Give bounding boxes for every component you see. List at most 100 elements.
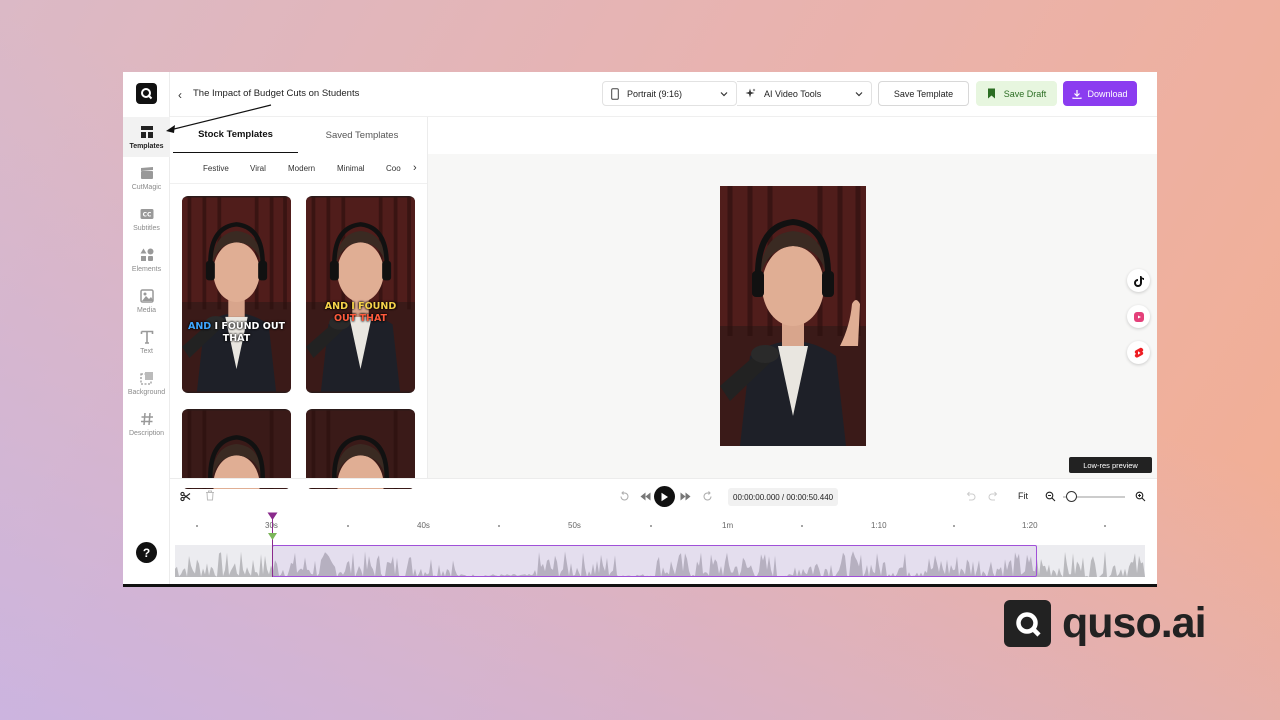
download-label: Download — [1087, 88, 1128, 99]
chip-festive[interactable]: Festive — [203, 164, 229, 173]
template-tabs: Stock Templates Saved Templates — [170, 117, 428, 154]
play-icon — [661, 492, 668, 501]
sidebar-item-subtitles[interactable]: CC Subtitles — [123, 199, 170, 239]
download-button[interactable]: Download — [1063, 81, 1137, 106]
speaker-image — [306, 197, 415, 392]
skip-back-icon[interactable] — [640, 492, 651, 501]
ruler-label: 1:20 — [1022, 521, 1038, 530]
sidebar-item-label: Media — [136, 307, 157, 314]
speaker-image — [182, 410, 291, 489]
brand-logo-mark — [1004, 600, 1051, 647]
chip-minimal[interactable]: Minimal — [337, 164, 365, 173]
sidebar-item-text[interactable]: Text — [123, 322, 170, 362]
template-caption: AND I FOUND OUT THAT — [187, 321, 286, 344]
zoom-out-icon[interactable] — [1045, 491, 1056, 502]
chevron-right-icon[interactable]: › — [413, 162, 417, 174]
chip-cool[interactable]: Coo — [386, 164, 401, 173]
ruler-tick — [196, 525, 198, 527]
ruler-tick — [650, 525, 652, 527]
sidebar-item-elements[interactable]: Elements — [123, 240, 170, 280]
app-logo[interactable] — [136, 83, 157, 104]
sidebar-item-label: Elements — [131, 266, 162, 273]
chip-viral[interactable]: Viral — [250, 164, 266, 173]
save-template-button[interactable]: Save Template — [878, 81, 969, 106]
top-bar: ‹ The Impact of Budget Cuts on Students … — [170, 72, 1157, 117]
help-button[interactable]: ? — [136, 542, 157, 563]
sidebar-item-label: CutMagic — [131, 184, 162, 191]
fit-button[interactable]: Fit — [1018, 491, 1028, 501]
chip-modern[interactable]: Modern — [288, 164, 315, 173]
project-title: The Impact of Budget Cuts on Students — [193, 88, 360, 99]
low-res-preview-badge: Low-res preview — [1069, 457, 1152, 473]
aspect-ratio-dropdown[interactable]: Portrait (9:16) — [602, 81, 737, 106]
sidebar-item-label: Templates — [129, 143, 164, 150]
instagram-reels-share-button[interactable] — [1127, 305, 1150, 328]
sidebar-item-description[interactable]: Description — [123, 404, 170, 444]
tab-saved-templates[interactable]: Saved Templates — [298, 117, 426, 153]
redo-icon[interactable] — [988, 491, 999, 501]
rewind-5s-icon[interactable] — [619, 491, 630, 502]
scissors-icon[interactable] — [180, 491, 191, 502]
play-button[interactable] — [654, 486, 675, 507]
left-rail: Templates CutMagic CC Subtitles Elements… — [123, 72, 170, 584]
back-chevron-icon[interactable]: ‹ — [178, 88, 182, 102]
shapes-icon — [140, 248, 153, 261]
ruler-tick — [347, 525, 349, 527]
save-draft-label: Save Draft — [1003, 88, 1047, 99]
timeline-toolbar: 00:00:00.000 / 00:00:50.440 Fit — [170, 478, 1157, 514]
save-draft-button[interactable]: Save Draft — [976, 81, 1057, 106]
youtube-shorts-icon — [1134, 347, 1143, 358]
timeline-ruler: 30s 40s 50s 1m 1:10 1:20 — [170, 514, 1157, 542]
ruler-label: 50s — [568, 521, 581, 530]
ruler-tick — [953, 525, 955, 527]
chevron-down-icon — [719, 89, 729, 99]
tiktok-icon — [1133, 275, 1144, 287]
background-icon — [139, 372, 153, 385]
template-caption: AND I FOUND OUT THAT — [324, 301, 397, 324]
ai-video-tools-dropdown[interactable]: AI Video Tools — [737, 81, 872, 106]
tab-stock-templates[interactable]: Stock Templates — [173, 117, 298, 153]
sidebar-item-templates[interactable]: Templates — [123, 117, 170, 157]
trash-icon[interactable] — [205, 490, 215, 501]
forward-5s-icon[interactable] — [702, 491, 713, 502]
sidebar-item-media[interactable]: Media — [123, 281, 170, 321]
templates-icon — [140, 126, 153, 138]
ruler-tick — [498, 525, 500, 527]
sidebar-item-label: Subtitles — [133, 225, 160, 232]
category-chips: Festive Viral Modern Minimal Coo › — [170, 154, 428, 184]
zoom-slider-handle[interactable] — [1066, 491, 1077, 502]
clip-selection[interactable] — [272, 545, 1037, 577]
brand-logo: quso.ai — [1004, 599, 1207, 648]
sparkle-icon — [745, 88, 756, 99]
speaker-image — [720, 186, 866, 446]
chevron-down-icon — [854, 89, 864, 99]
sidebar-item-background[interactable]: Background — [123, 363, 170, 403]
template-card[interactable]: AND I FOUND OUT THAT — [182, 196, 291, 393]
ruler-label: 40s — [417, 521, 430, 530]
text-icon — [140, 330, 153, 344]
playhead-handle[interactable] — [267, 512, 278, 542]
template-card[interactable]: AND I FOUND OUT THAT — [306, 196, 415, 393]
youtube-shorts-share-button[interactable] — [1127, 341, 1150, 364]
skip-forward-icon[interactable] — [680, 492, 691, 501]
hash-icon — [140, 412, 153, 426]
ruler-label: 1m — [722, 521, 734, 530]
phone-icon — [611, 87, 619, 100]
template-card[interactable] — [182, 409, 291, 489]
instagram-reels-icon — [1133, 311, 1144, 322]
undo-icon[interactable] — [965, 491, 976, 501]
preview-video[interactable] — [720, 186, 866, 446]
ruler-tick — [801, 525, 803, 527]
brand-wordmark: quso.ai — [1062, 599, 1207, 647]
aspect-ratio-label: Portrait (9:16) — [627, 88, 683, 99]
bookmark-icon — [987, 88, 995, 99]
sidebar-item-label: Description — [128, 430, 164, 437]
zoom-in-icon[interactable] — [1135, 491, 1146, 502]
sidebar-item-label: Text — [140, 348, 153, 355]
sidebar-item-cutmagic[interactable]: CutMagic — [123, 158, 170, 198]
tiktok-share-button[interactable] — [1127, 269, 1150, 292]
timecode-display: 00:00:00.000 / 00:00:50.440 — [728, 488, 839, 506]
cc-icon: CC — [140, 209, 153, 219]
clapper-icon — [140, 167, 153, 179]
template-card[interactable] — [306, 409, 415, 489]
